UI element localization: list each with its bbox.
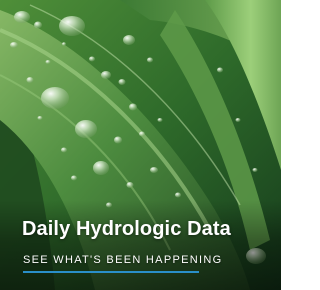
subtitle-underline <box>23 271 199 273</box>
card-title: Daily Hydrologic Data <box>22 218 231 240</box>
card-subtitle-link[interactable]: SEE WHAT'S BEEN HAPPENING <box>23 254 222 266</box>
daily-hydrologic-data-card[interactable]: Daily Hydrologic Data SEE WHAT'S BEEN HA… <box>0 0 281 290</box>
caption-overlay <box>0 200 281 290</box>
